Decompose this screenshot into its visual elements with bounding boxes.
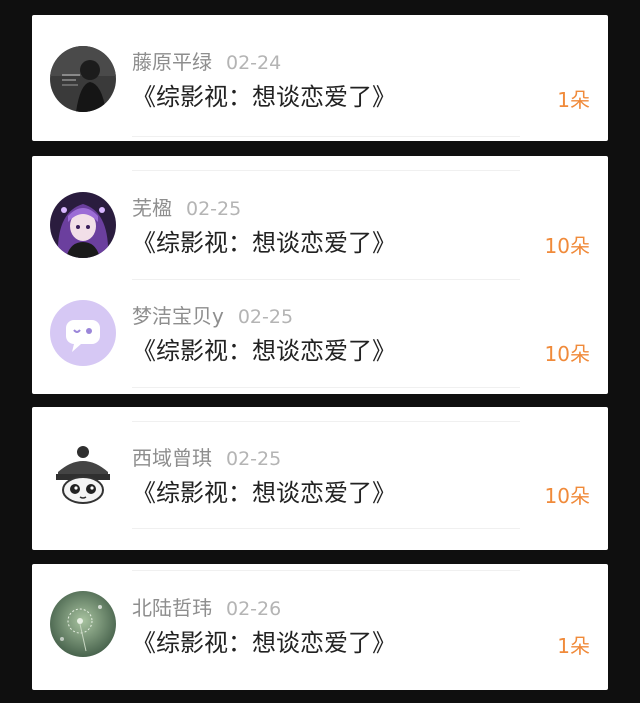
reward-entry[interactable]: 北陆哲玮 02-26 《综影视：想谈恋爱了》 1朵 [32,573,608,677]
reward-entry[interactable]: 芜楹 02-25 《综影视：想谈恋爱了》 10朵 [32,173,608,277]
flower-count: 10朵 [544,342,590,366]
default-chat-avatar-icon [50,300,116,366]
user-name-line: 梦洁宝贝y 02-25 [132,304,293,329]
entry-date: 02-26 [226,598,282,620]
dandelion-avatar-icon [50,591,116,657]
reward-entry[interactable]: 西域曾琪 02-25 《综影视：想谈恋爱了》 10朵 [32,423,608,527]
flower-count: 1朵 [557,634,590,658]
anime-girl-avatar-icon [50,192,116,258]
reward-entry[interactable]: 藤原平绿 02-24 《综影视：想谈恋爱了》 1朵 [32,27,608,131]
reward-entry[interactable]: 梦洁宝贝y 02-25 《综影视：想谈恋爱了》 10朵 [32,282,608,386]
divider [132,421,520,422]
divider [132,170,520,171]
book-title[interactable]: 《综影视：想谈恋爱了》 [132,628,396,658]
user-name[interactable]: 西域曾琪 [132,446,212,470]
book-title[interactable]: 《综影视：想谈恋爱了》 [132,82,396,112]
user-name-line: 藤原平绿 02-24 [132,50,281,75]
entry-date: 02-25 [186,198,242,220]
divider [132,279,520,280]
reward-card: 藤原平绿 02-24 《综影视：想谈恋爱了》 1朵 [32,15,608,141]
divider [132,570,520,571]
user-name[interactable]: 芜楹 [132,196,172,220]
avatar[interactable] [50,591,116,657]
user-name-line: 芜楹 02-25 [132,196,241,221]
divider [132,136,520,137]
divider [132,387,520,388]
entry-date: 02-25 [237,306,294,328]
reward-card: 北陆哲玮 02-26 《综影视：想谈恋爱了》 1朵 [32,564,608,690]
entry-date: 02-24 [226,52,282,74]
divider [132,528,520,529]
avatar[interactable] [50,46,116,112]
book-title[interactable]: 《综影视：想谈恋爱了》 [132,336,396,366]
cartoon-character-avatar-icon [50,442,116,508]
book-title[interactable]: 《综影视：想谈恋爱了》 [132,478,396,508]
avatar[interactable] [50,300,116,366]
user-name[interactable]: 藤原平绿 [132,50,212,74]
user-name[interactable]: 北陆哲玮 [132,596,212,620]
avatar[interactable] [50,442,116,508]
reward-card: 芜楹 02-25 《综影视：想谈恋爱了》 10朵 梦洁宝贝y 02-25 《综影视：… [32,156,608,394]
book-title[interactable]: 《综影视：想谈恋爱了》 [132,228,396,258]
avatar[interactable] [50,192,116,258]
user-name-line: 西域曾琪 02-25 [132,446,281,471]
entry-date: 02-25 [226,448,282,470]
reward-card: 西域曾琪 02-25 《综影视：想谈恋爱了》 10朵 [32,407,608,550]
flower-count: 10朵 [544,234,590,258]
user-name[interactable]: 梦洁宝贝y [132,304,224,328]
flower-count: 10朵 [544,484,590,508]
user-name-line: 北陆哲玮 02-26 [132,596,281,621]
flower-count: 1朵 [557,88,590,112]
dark-figure-avatar-icon [50,46,116,112]
